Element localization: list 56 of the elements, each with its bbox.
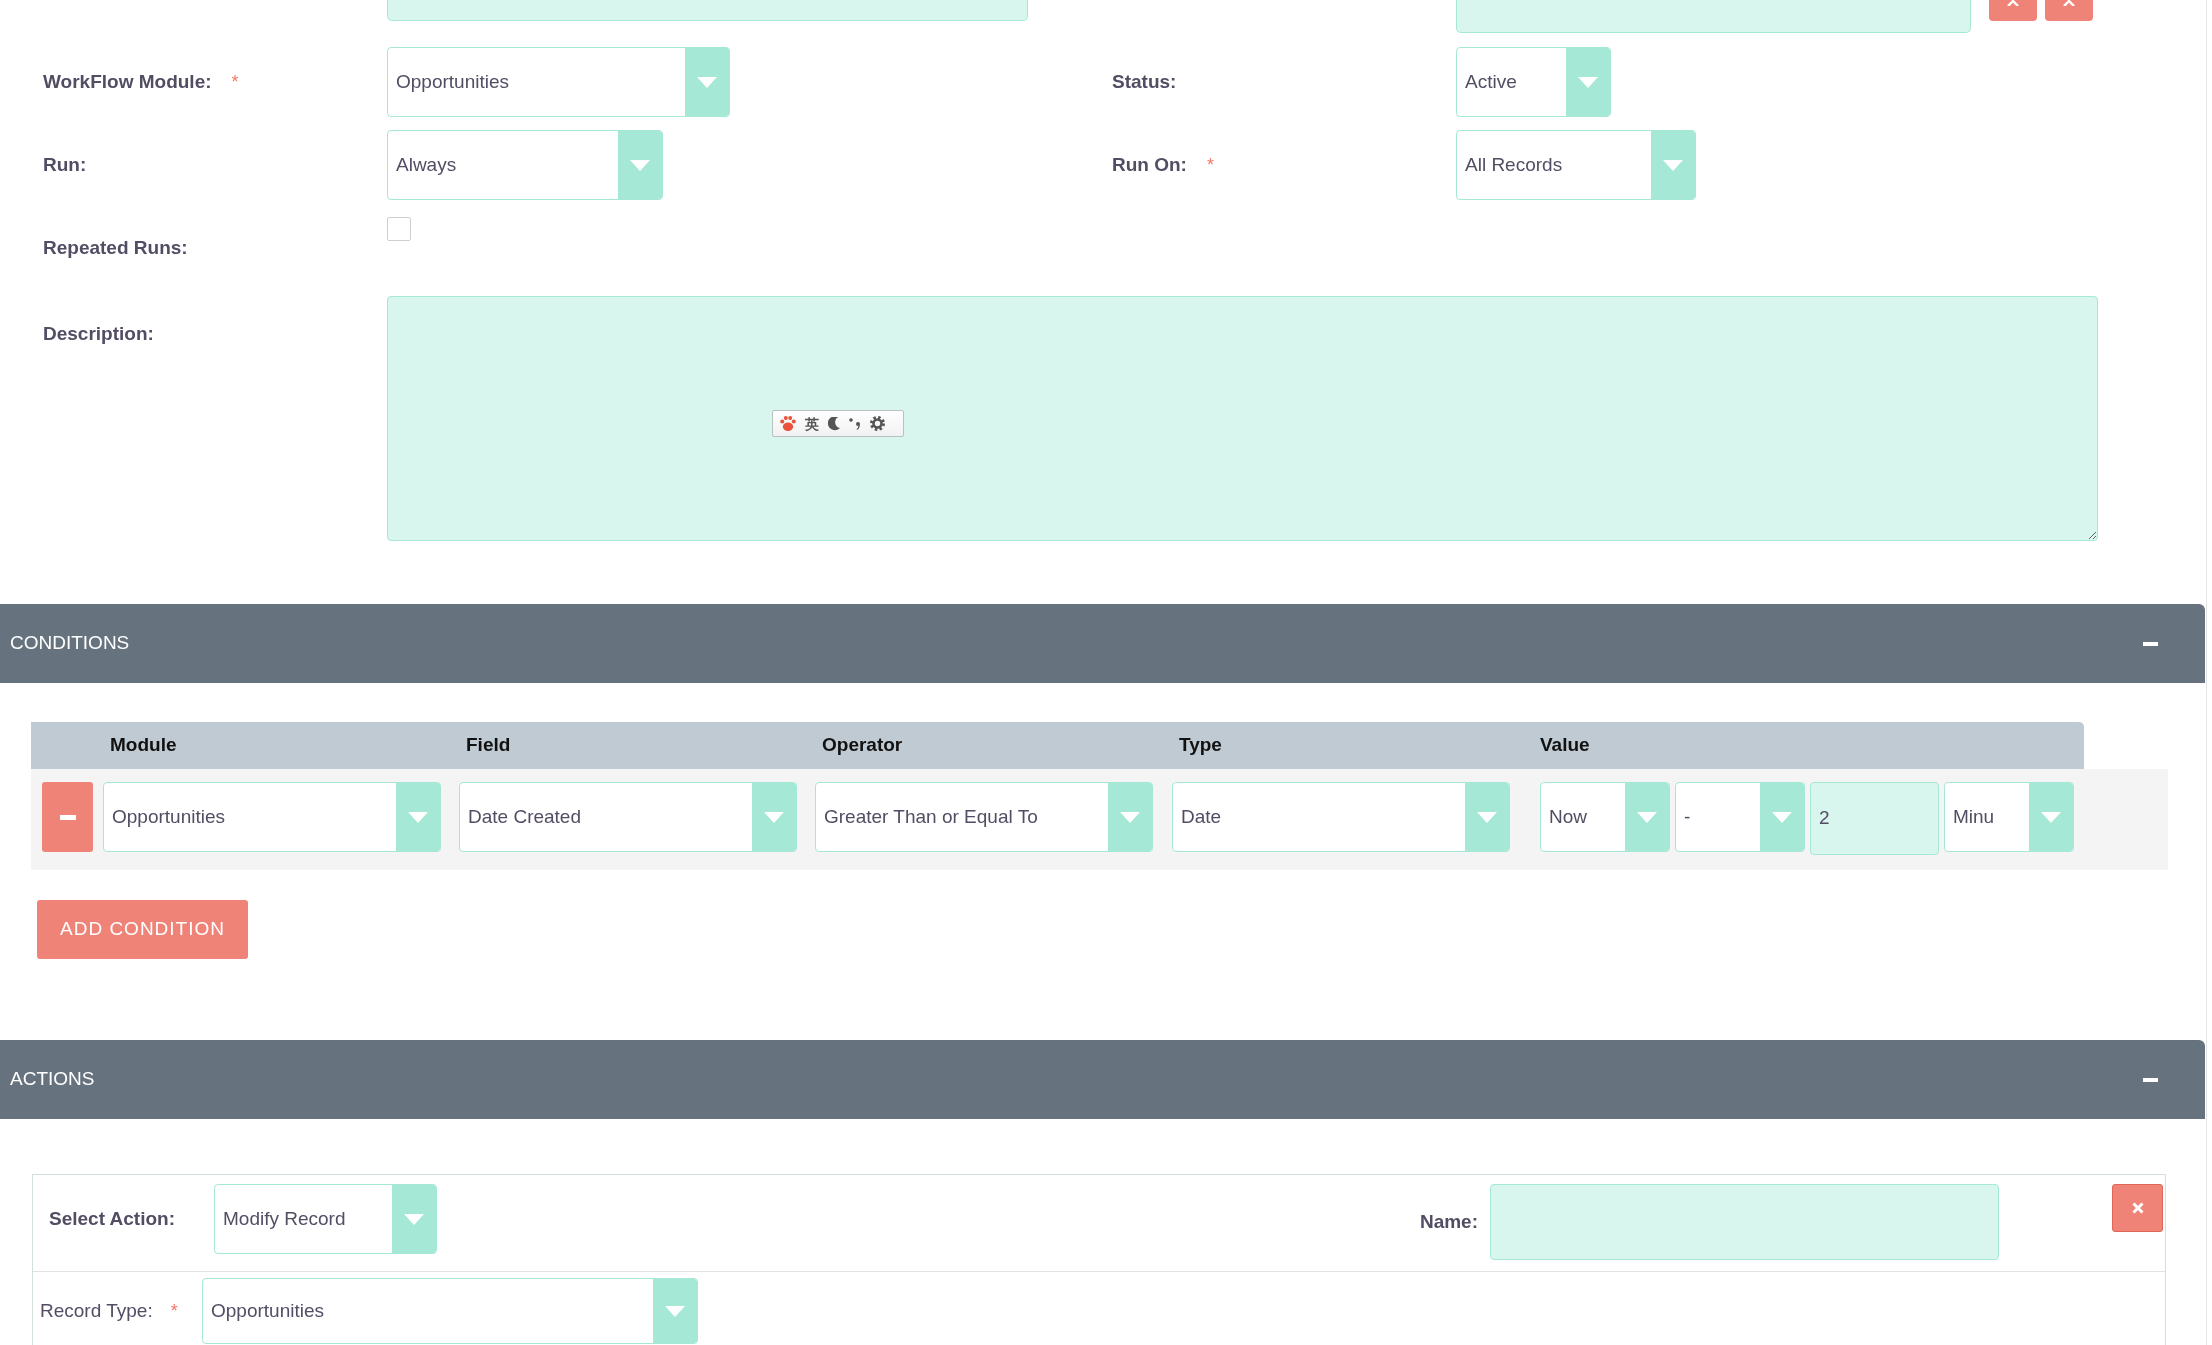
input-mode-toggle[interactable]: 英 (805, 416, 819, 431)
value-dropdown[interactable]: - (1675, 782, 1805, 852)
section-header[interactable]: CONDITIONS (0, 604, 2205, 683)
caret-icon (2063, 0, 2075, 6)
minus-icon[interactable] (2143, 1077, 2158, 1082)
field-label: Description: (43, 322, 154, 346)
settings-icon[interactable] (870, 416, 885, 431)
column-header: Value (1540, 733, 1591, 758)
operator-dropdown[interactable]: Greater Than or Equal To (815, 782, 1153, 852)
text-field[interactable] (387, 0, 1028, 21)
required-marker: * (231, 70, 239, 94)
field-label: Run: (43, 152, 87, 177)
close-icon (2131, 1202, 2144, 1214)
column-header: Operator (821, 733, 904, 758)
type-dropdown[interactable]: Date (1172, 782, 1510, 852)
required-marker: * (170, 1299, 178, 1323)
paw-icon[interactable] (780, 416, 796, 431)
column-header: Type (1178, 733, 1223, 758)
field-label: Record Type: (40, 1298, 153, 1323)
column-header: Field (465, 733, 512, 758)
remove-condition-button[interactable] (42, 782, 93, 852)
icon-button[interactable] (2045, 0, 2093, 21)
value-dropdown[interactable]: Now (1540, 782, 1670, 852)
section-header[interactable]: ACTIONS (0, 1040, 2205, 1119)
value-dropdown[interactable]: Minu (1944, 782, 2074, 852)
section-title: CONDITIONS (10, 631, 130, 656)
status-dropdown[interactable]: Active (1456, 47, 1611, 117)
punctuation-icon[interactable] (849, 417, 861, 430)
record-type-dropdown[interactable]: Opportunities (202, 1278, 698, 1344)
run-on-dropdown[interactable]: All Records (1456, 130, 1696, 200)
field-label: Select Action: (49, 1206, 175, 1231)
minus-icon (59, 814, 76, 820)
field-label: Name: (1419, 1209, 1478, 1234)
field-label: Repeated Runs: (43, 235, 188, 260)
action-dropdown[interactable]: Modify Record (214, 1184, 437, 1254)
column-header: Module (109, 733, 178, 758)
caret-icon (2007, 0, 2019, 6)
required-marker: * (1206, 153, 1214, 177)
close-button[interactable] (2112, 1184, 2163, 1232)
text-field[interactable] (1456, 0, 1971, 33)
number-input[interactable]: 2 (1810, 782, 1939, 855)
checkbox[interactable] (387, 217, 411, 241)
name-input[interactable] (1490, 1184, 1999, 1260)
module-dropdown[interactable]: Opportunities (103, 782, 441, 852)
field-label: Run On: (1112, 152, 1187, 177)
field-label: Status: (1112, 69, 1177, 94)
crescent-moon-icon[interactable] (828, 416, 840, 431)
run-dropdown[interactable]: Always (387, 130, 663, 200)
field-label: WorkFlow Module: (43, 69, 212, 94)
minus-icon[interactable] (2143, 641, 2158, 646)
field-dropdown[interactable]: Date Created (459, 782, 797, 852)
workflow-module-dropdown[interactable]: Opportunities (387, 47, 730, 117)
section-title: ACTIONS (10, 1067, 95, 1092)
description-field[interactable] (387, 296, 2098, 541)
ime-toolbar[interactable]: 英 (772, 410, 904, 437)
icon-button[interactable] (1989, 0, 2037, 21)
